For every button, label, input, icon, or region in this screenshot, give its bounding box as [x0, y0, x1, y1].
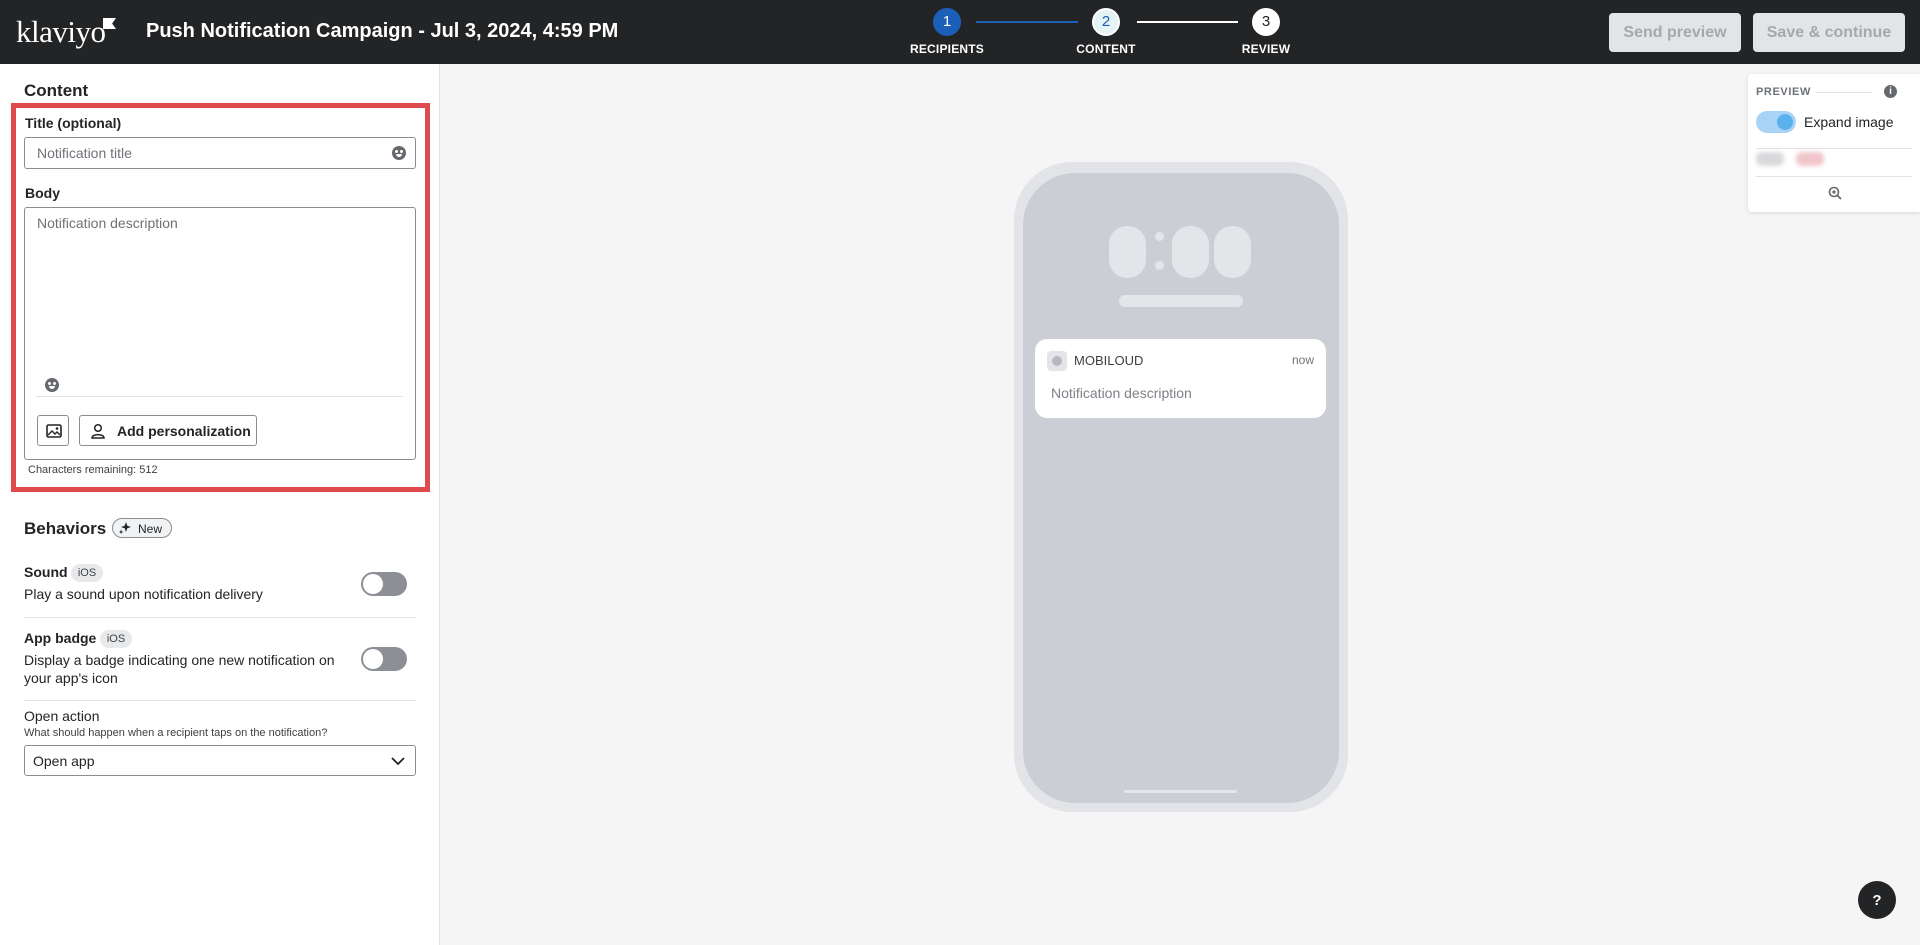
body-label: Body [25, 185, 60, 201]
title-input[interactable]: Notification title [24, 137, 416, 169]
app-badge-ios-badge: iOS [100, 630, 132, 648]
new-badge: New [112, 518, 172, 538]
blurred-device-option[interactable] [1756, 152, 1784, 166]
zoom-in-icon[interactable] [1828, 186, 1842, 200]
notification-card: MOBILOUD now Notification description [1035, 339, 1326, 418]
new-badge-label: New [138, 522, 163, 536]
add-personalization-button[interactable]: Add personalization [79, 415, 257, 446]
preview-title-divider [1816, 92, 1872, 93]
blurred-device-option[interactable] [1796, 152, 1824, 166]
notification-time: now [1291, 353, 1314, 367]
app-badge-title: App badge [24, 630, 97, 646]
content-section-title: Content [24, 81, 89, 100]
open-action-description: What should happen when a recipient taps… [24, 727, 328, 739]
sound-description: Play a sound upon notification delivery [24, 586, 263, 602]
app-badge-description: Display a badge indicating one new notif… [24, 652, 335, 686]
open-action-value: Open app [33, 753, 95, 769]
notification-description: Notification description [1051, 385, 1192, 401]
campaign-title[interactable]: Push Notification Campaign - Jul 3, 2024… [146, 20, 618, 43]
emoji-icon[interactable] [392, 146, 406, 160]
divider [24, 700, 416, 701]
image-icon [46, 424, 62, 438]
step-label: REVIEW [1241, 42, 1291, 56]
add-image-button[interactable] [37, 415, 69, 446]
save-continue-button[interactable]: Save & continue [1753, 13, 1905, 52]
app-icon [1047, 351, 1067, 371]
step-number: 3 [1252, 8, 1280, 36]
clock-digit [1109, 226, 1146, 278]
divider [24, 617, 416, 618]
klaviyo-logo[interactable]: klaviyo [16, 14, 106, 50]
step-content[interactable]: 2 CONTENT [1056, 8, 1156, 56]
date-placeholder [1119, 295, 1243, 307]
step-label: RECIPIENTS [909, 42, 984, 56]
open-action-select[interactable]: Open app [24, 745, 416, 776]
preview-title: PREVIEW [1756, 86, 1811, 98]
title-label: Title (optional) [25, 115, 122, 131]
step-label: CONTENT [1076, 42, 1136, 56]
body-divider [36, 396, 403, 397]
clock-digit [1214, 226, 1251, 278]
chevron-down-icon [391, 757, 405, 766]
add-personalization-label: Add personalization [117, 423, 251, 439]
notification-app-name: MOBILOUD [1074, 353, 1144, 368]
sound-title: Sound [24, 564, 68, 580]
step-recipients[interactable]: 1 RECIPIENTS [897, 8, 997, 56]
sound-toggle[interactable] [361, 572, 407, 596]
clock-digit [1172, 226, 1209, 278]
app-badge-toggle[interactable] [361, 647, 407, 671]
expand-image-toggle[interactable] [1756, 111, 1796, 133]
top-bar: klaviyo Push Notification Campaign - Jul… [0, 0, 1920, 64]
open-action-title: Open action [24, 708, 100, 724]
clock-colon-dot [1155, 261, 1164, 270]
expand-image-label: Expand image [1804, 114, 1894, 130]
logo-flag-icon [103, 18, 116, 29]
home-indicator [1124, 790, 1237, 793]
sparkle-icon [119, 522, 131, 534]
info-icon[interactable]: i [1884, 85, 1897, 98]
person-icon [91, 423, 105, 439]
divider [1756, 176, 1912, 177]
sound-ios-badge: iOS [71, 564, 103, 582]
title-placeholder: Notification title [37, 145, 132, 161]
divider [1756, 148, 1912, 149]
step-number: 2 [1092, 8, 1120, 36]
behaviors-section-title: Behaviors [24, 519, 107, 538]
clock-colon-dot [1155, 232, 1164, 241]
step-review[interactable]: 3 REVIEW [1216, 8, 1316, 56]
help-button[interactable]: ? [1858, 881, 1896, 919]
characters-remaining: Characters remaining: 512 [28, 464, 158, 476]
emoji-icon[interactable] [45, 378, 59, 392]
preview-settings-panel: PREVIEW i Expand image [1748, 74, 1920, 212]
send-preview-button[interactable]: Send preview [1609, 13, 1741, 52]
body-placeholder: Notification description [37, 215, 178, 231]
step-number: 1 [933, 8, 961, 36]
